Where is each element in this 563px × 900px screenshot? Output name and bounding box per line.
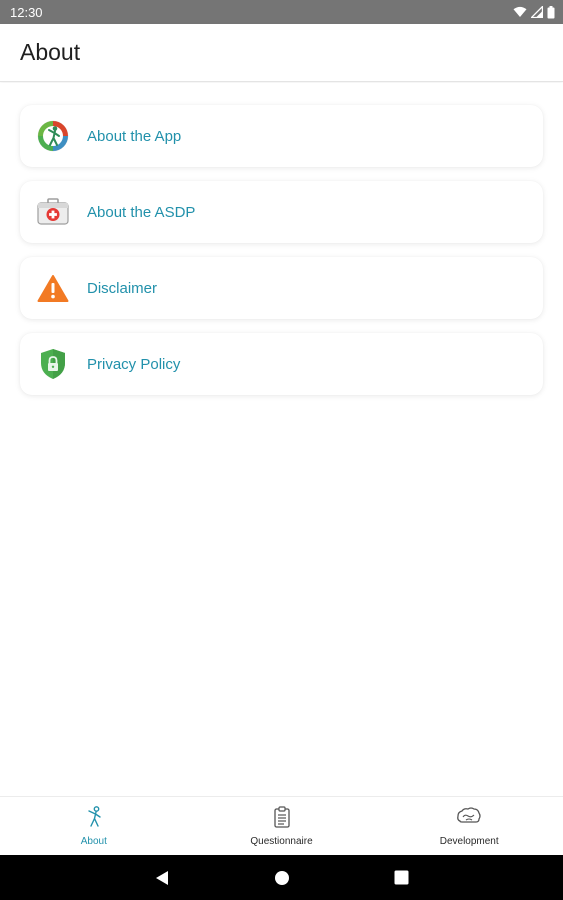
about-menu-list: About the App About the ASDP Disclaimer [0, 83, 563, 796]
tab-development[interactable]: Development [375, 797, 563, 855]
status-bar: 12:30 [0, 0, 563, 24]
tab-questionnaire[interactable]: Questionnaire [188, 797, 376, 855]
warning-icon [37, 272, 69, 304]
signal-icon [531, 6, 543, 18]
page-title: About [20, 39, 81, 65]
menu-item-disclaimer[interactable]: Disclaimer [20, 257, 543, 319]
menu-item-label: About the ASDP [87, 203, 196, 221]
app-bar: About [0, 24, 563, 82]
menu-item-label: Privacy Policy [87, 355, 181, 373]
wifi-icon [513, 6, 527, 18]
recents-icon[interactable] [342, 870, 462, 885]
status-time: 12:30 [10, 4, 43, 20]
menu-item-about-the-app[interactable]: About the App [20, 105, 543, 167]
brain-icon [456, 806, 482, 833]
battery-icon [547, 5, 555, 19]
tab-label: Development [439, 835, 499, 847]
clipboard-icon [273, 805, 291, 833]
shield-lock-icon [37, 348, 69, 380]
app-logo-icon [37, 120, 69, 152]
tab-label: About [80, 835, 107, 847]
tab-about[interactable]: About [0, 797, 188, 855]
menu-item-label: Disclaimer [87, 279, 158, 297]
back-icon[interactable] [102, 870, 222, 886]
menu-item-privacy-policy[interactable]: Privacy Policy [20, 333, 543, 395]
system-navigation-bar [0, 855, 563, 900]
status-icons [513, 5, 555, 19]
first-aid-kit-icon [37, 196, 69, 228]
tab-label: Questionnaire [250, 835, 313, 847]
menu-item-label: About the App [87, 127, 182, 145]
child-figure-icon [84, 805, 104, 833]
bottom-navigation: About Questionnaire Development [0, 796, 563, 855]
menu-item-about-the-asdp[interactable]: About the ASDP [20, 181, 543, 243]
home-icon[interactable] [222, 870, 342, 886]
